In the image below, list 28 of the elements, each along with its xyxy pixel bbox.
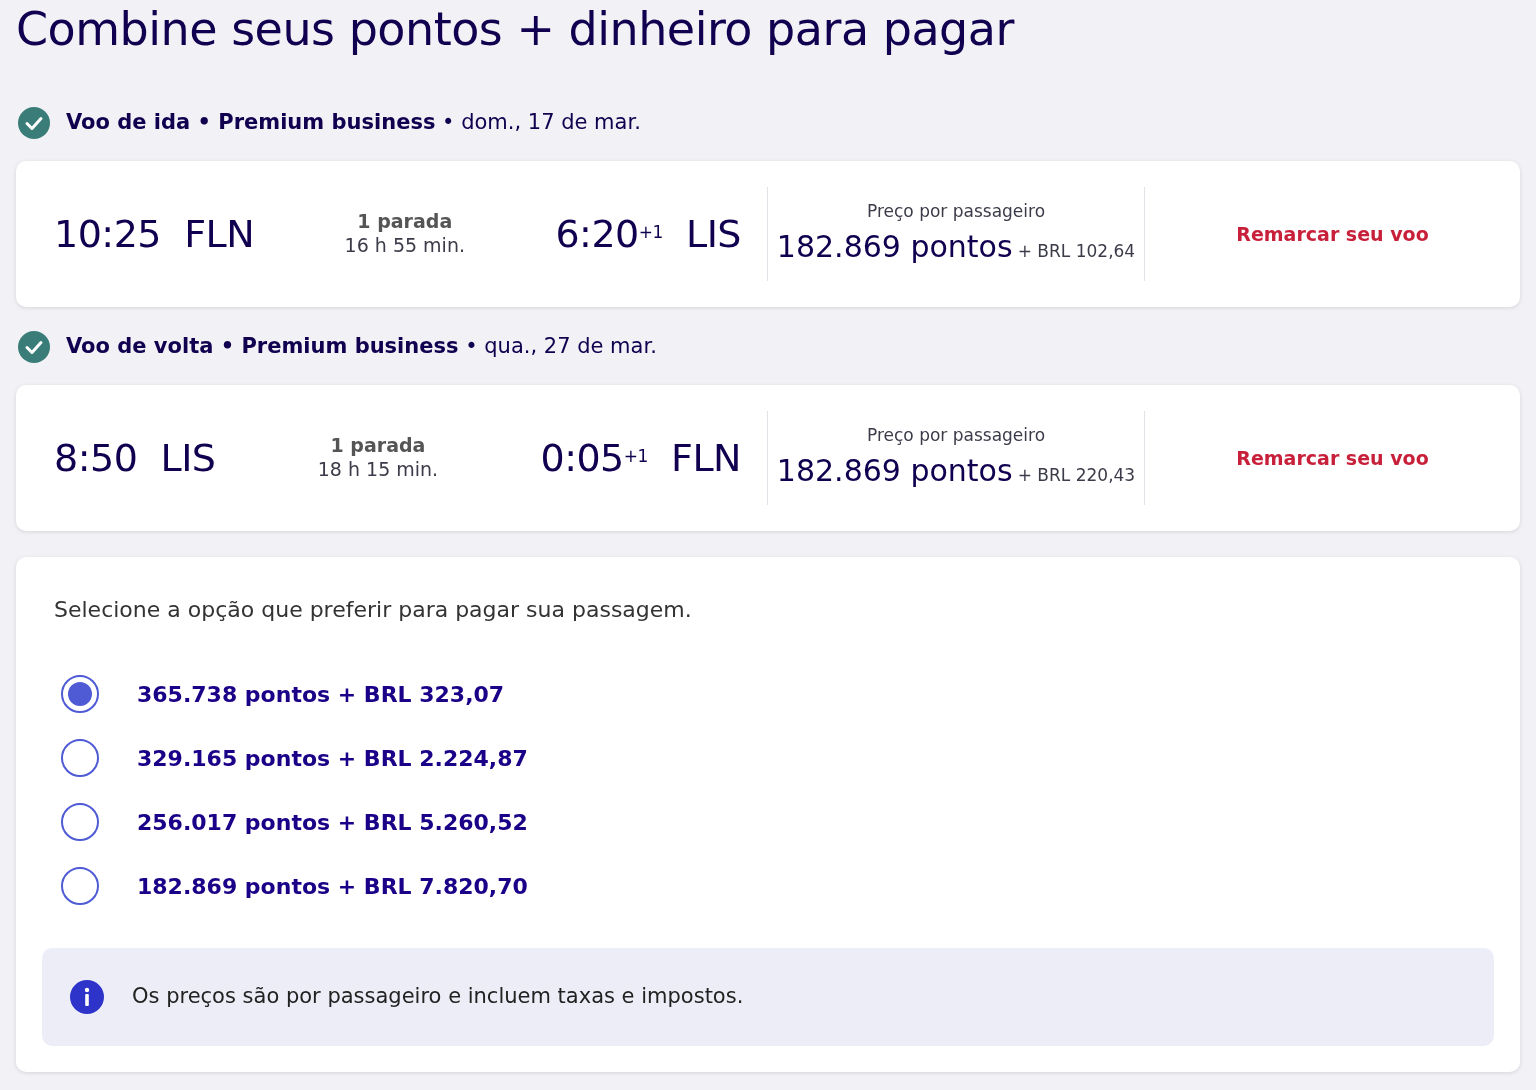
flight-heading: Voo de ida • Premium business • dom., 17 de mar. [66,109,641,137]
page-title: Combine seus pontos + dinheiro para pagar [16,1,1016,58]
departure-time: 8:50 LIS [54,434,216,482]
payment-option[interactable]: 256.017 pontos + BRL 5.260,52 [61,790,528,855]
points-price: 182.869 pontos [776,453,1013,489]
radio-button[interactable] [61,675,99,714]
arrival-time: 0:05$^{+1}$ FLN [540,434,741,482]
cash-price: + BRL 102,64 [1017,241,1136,262]
stops-info: 1 parada 16 h 55 min. [344,210,465,258]
arrival-time: 6:20$^{+1}$ LIS [555,210,741,258]
flight-heading: Voo de volta • Premium business • qua., 27 de mar. [66,333,657,361]
payment-option[interactable]: 182.869 pontos + BRL 7.820,70 [61,854,528,919]
cash-price: + BRL 220,43 [1017,465,1136,486]
change-flight-link[interactable]: Remarcar seu voo [1230,442,1435,474]
price-label: Preço por passageiro [865,423,1047,447]
payment-prompt: Selecione a opção que preferir para pagar sua passagem. [54,596,693,625]
info-text: Os preços são por passageiro e incluem taxas e impostos. [132,983,744,1011]
change-flight-link[interactable]: Remarcar seu voo [1230,218,1435,250]
price-label: Preço por passageiro [865,199,1047,223]
payment-option[interactable]: 365.738 pontos + BRL 323,07 [61,662,505,727]
payment-option[interactable]: 329.165 pontos + BRL 2.224,87 [61,726,528,791]
radio-button[interactable] [61,803,99,842]
radio-button[interactable] [61,867,99,906]
stops-info: 1 parada 18 h 15 min. [317,434,439,482]
departure-time: 10:25 FLN [54,210,255,258]
points-price: 182.869 pontos [776,229,1013,265]
radio-button[interactable] [61,739,99,778]
info-icon [70,980,104,1015]
